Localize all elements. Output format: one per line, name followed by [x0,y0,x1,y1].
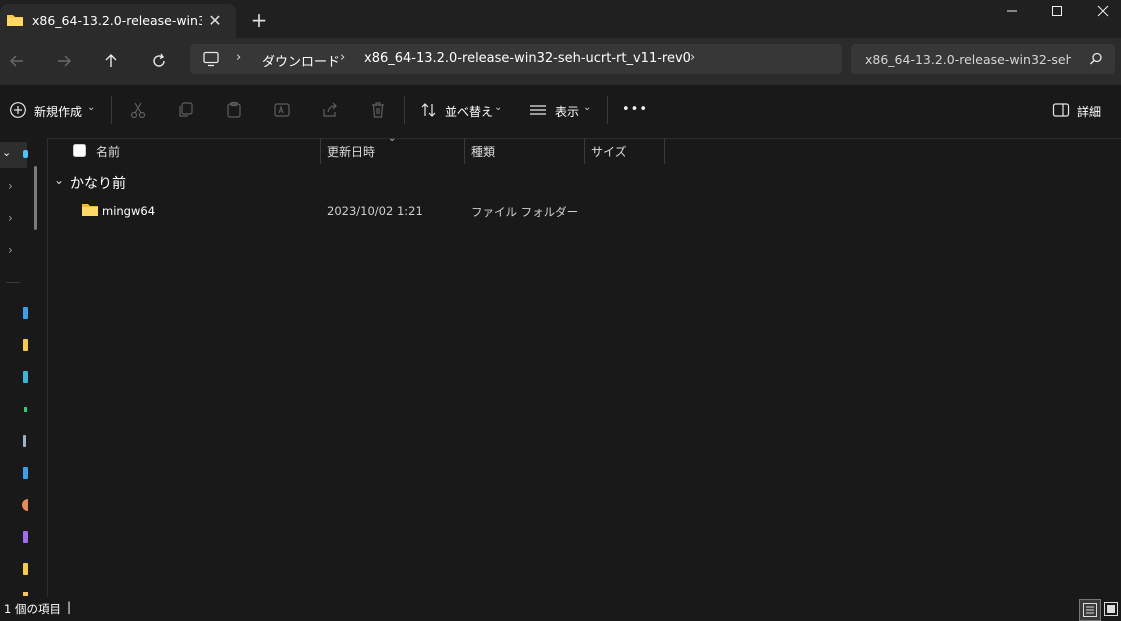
folder-icon [6,12,24,31]
details-view-button[interactable] [1079,599,1101,621]
computer-icon[interactable] [202,51,220,70]
chevron-down-icon[interactable]: ⌄ [2,146,11,159]
chevron-right-icon[interactable]: › [8,179,13,193]
status-bar [0,597,1121,621]
chevron-right-icon[interactable]: › [340,50,345,65]
details-pane-icon[interactable] [1052,101,1070,122]
details-button[interactable]: 詳細 [1077,103,1101,120]
folder-icon[interactable] [23,592,28,596]
breadcrumb-current-folder[interactable]: x86_64-13.2.0-release-win32-seh-ucrt-rt_… [364,51,691,66]
view-icon[interactable] [529,101,547,122]
tab-title: x86_64-13.2.0-release-win32-s [32,13,202,28]
home-icon [23,150,28,158]
column-modified[interactable]: 更新日時 [327,143,375,160]
text-cursor: | [67,600,72,614]
scrollbar-thumb[interactable] [34,166,37,230]
file-modified: 2023/10/02 1:21 [327,204,423,218]
chevron-down-icon[interactable]: ⌄ [583,102,591,113]
minimize-icon[interactable] [989,0,1035,22]
chevron-down-icon[interactable]: ⌄ [87,102,95,113]
pictures-icon[interactable] [23,435,26,447]
chevron-right-icon[interactable]: › [8,243,13,257]
plus-icon[interactable]: + [247,8,271,32]
item-count: 1 個の項目 [4,602,61,616]
toolbar-divider [111,96,112,124]
paste-icon[interactable] [225,101,243,122]
chevron-right-icon[interactable]: › [8,211,13,225]
up-icon[interactable] [96,46,126,76]
column-divider[interactable] [464,138,465,164]
share-icon[interactable] [321,101,339,122]
breadcrumb-downloads[interactable]: ダウンロード [262,51,340,70]
view-button[interactable]: 表示 [555,103,579,120]
chevron-down-icon[interactable]: ⌄ [494,102,502,113]
delete-icon[interactable] [369,101,387,122]
tab-active[interactable]: x86_64-13.2.0-release-win32-s ✕ [0,4,236,38]
tiles-view-icon [1104,602,1118,616]
window-close-icon[interactable] [1080,0,1121,22]
music-icon[interactable] [24,407,27,412]
cut-icon[interactable] [129,101,147,122]
rename-icon[interactable] [273,101,291,122]
navigation-pane [0,138,48,597]
desktop-icon[interactable] [23,307,28,319]
column-size[interactable]: サイズ [591,143,627,160]
chevron-down-icon[interactable]: ⌄ [54,173,64,187]
folder-icon[interactable] [23,339,28,351]
column-name[interactable]: 名前 [96,143,120,160]
chevron-right-icon[interactable]: › [690,50,695,65]
chevron-right-icon[interactable]: › [236,50,241,65]
new-icon[interactable] [9,101,27,122]
nav-divider [6,282,20,283]
search-icon[interactable] [1089,52,1103,69]
disk-icon[interactable] [22,499,28,511]
copy-icon[interactable] [177,101,195,122]
more-options-button[interactable]: ••• [622,102,648,117]
file-name[interactable]: mingw64 [102,204,155,218]
refresh-icon[interactable] [144,46,174,76]
folder-icon [81,202,99,220]
column-divider[interactable] [320,138,321,164]
tiles-view-button[interactable] [1101,599,1121,619]
column-divider[interactable] [584,138,585,164]
documents-icon[interactable] [23,371,28,383]
folder-icon[interactable] [23,563,28,575]
new-button[interactable]: 新規作成 [34,103,82,120]
close-icon[interactable]: ✕ [202,7,228,33]
back-icon[interactable] [2,46,32,76]
maximize-icon[interactable] [1034,0,1080,22]
select-all-checkbox[interactable] [73,144,86,160]
sort-button[interactable]: 並べ替え [445,103,493,120]
library-icon[interactable] [23,531,28,543]
search-input[interactable]: x86_64-13.2.0-release-win32-seh- [865,52,1071,67]
table-row[interactable] [54,199,1118,223]
sort-chevron-icon: ⌄ [388,133,397,144]
file-type: ファイル フォルダー [471,205,579,219]
forward-icon[interactable] [49,46,79,76]
details-view-icon [1083,603,1097,617]
toolbar-divider [404,96,405,124]
group-header[interactable]: かなり前 [70,173,126,193]
column-type[interactable]: 種類 [471,143,495,160]
column-divider[interactable] [664,138,665,164]
videos-icon[interactable] [23,467,28,479]
toolbar-divider [607,96,608,124]
sort-icon[interactable] [420,101,438,122]
